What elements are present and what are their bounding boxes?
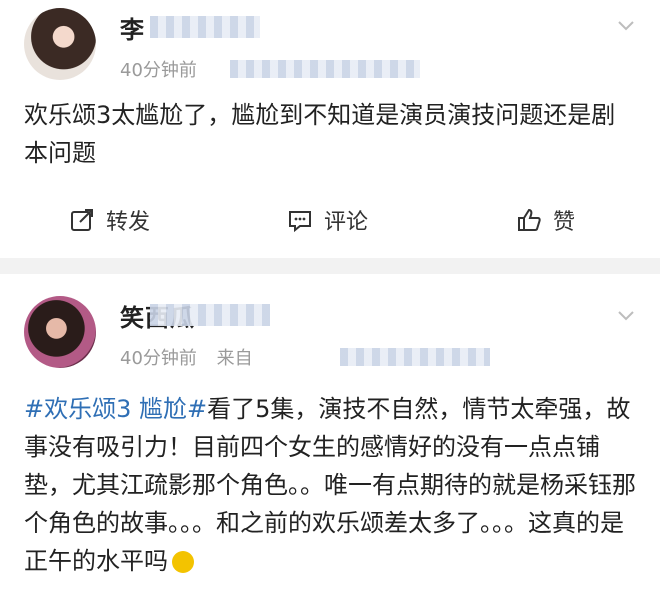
avatar[interactable] (24, 8, 96, 80)
blurred-username (150, 304, 270, 326)
comment-label: 评论 (324, 210, 369, 235)
chevron-down-icon[interactable] (616, 16, 636, 36)
post-card-1: 李 40分钟前 欢乐颂3太尴尬了，尴尬到不知道是演员演技问题还是剧本问题 转发 … (0, 0, 660, 258)
repost-button[interactable]: 转发 (68, 204, 150, 236)
emoji-icon (172, 551, 194, 573)
repost-label: 转发 (106, 210, 151, 235)
post-source-text: 来自 (216, 348, 253, 369)
username[interactable]: 李 (120, 10, 145, 45)
blurred-source (230, 60, 420, 78)
post-time: 40分钟前 来自 (120, 344, 253, 370)
repost-icon (71, 209, 93, 231)
chevron-down-icon[interactable] (616, 306, 636, 326)
like-icon (518, 208, 541, 231)
comment-icon (289, 211, 311, 233)
post-divider (0, 258, 660, 274)
blurred-source (340, 348, 490, 366)
like-label: 赞 (553, 210, 576, 235)
comment-button[interactable]: 评论 (286, 204, 368, 236)
like-button[interactable]: 赞 (515, 204, 575, 236)
post-card-2: 笑西瓜 40分钟前 来自 #欢乐颂3 尴尬#看了5集，演技不自然，情节太牵强，故… (0, 274, 660, 591)
avatar[interactable] (24, 296, 96, 368)
post-content: #欢乐颂3 尴尬#看了5集，演技不自然，情节太牵强，故事没有吸引力！目前四个女生… (24, 390, 636, 580)
post-content: 欢乐颂3太尴尬了，尴尬到不知道是演员演技问题还是剧本问题 (24, 101, 616, 167)
post-time-text: 40分钟前 (120, 348, 197, 369)
post-actions: 转发 评论 赞 (0, 196, 660, 248)
blurred-username (150, 16, 260, 38)
hashtag-link[interactable]: #欢乐颂3 尴尬# (24, 395, 207, 423)
post-time: 40分钟前 (120, 60, 197, 81)
